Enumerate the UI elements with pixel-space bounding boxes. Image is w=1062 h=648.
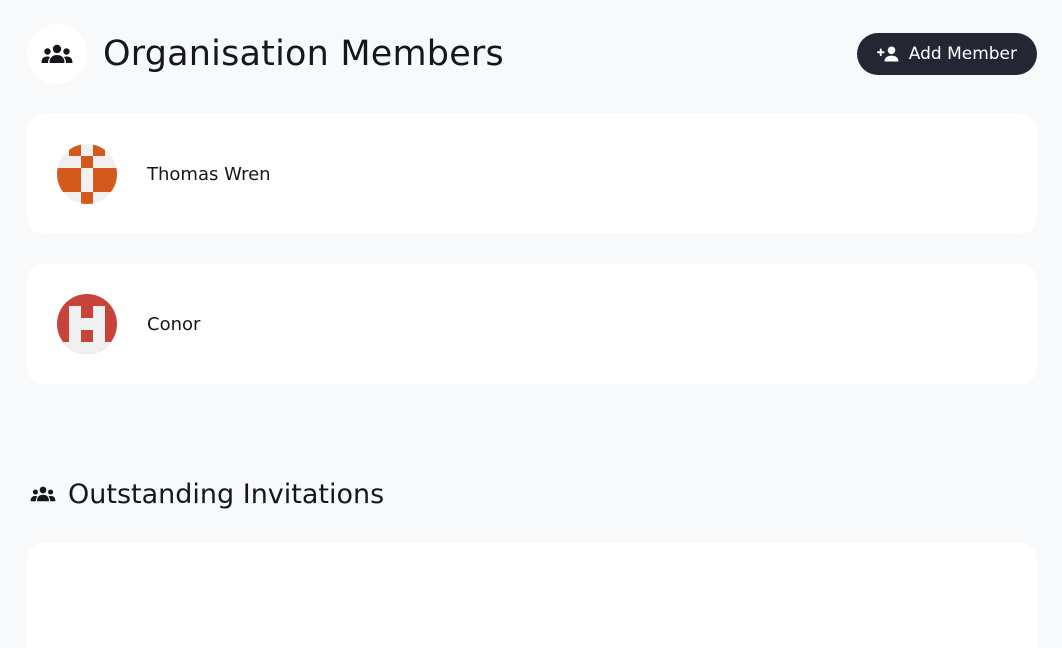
invitations-title: Outstanding Invitations: [68, 478, 385, 510]
person-add-icon: [876, 46, 899, 62]
header-left: Organisation Members: [27, 24, 504, 84]
invitations-list: [27, 543, 1037, 648]
group-icon: [30, 486, 56, 502]
page-header: Organisation Members Add Member: [27, 24, 1037, 84]
add-member-label: Add Member: [908, 44, 1017, 64]
add-member-button[interactable]: Add Member: [856, 33, 1037, 75]
avatar: [57, 144, 117, 204]
page: Organisation Members Add Member Thomas W…: [0, 0, 1062, 648]
member-name: Thomas Wren: [147, 163, 271, 185]
member-row[interactable]: Conor: [27, 264, 1037, 384]
member-name: Conor: [147, 313, 201, 335]
member-row[interactable]: Thomas Wren: [27, 114, 1037, 234]
avatar: [57, 294, 117, 354]
group-icon: [41, 44, 73, 63]
page-title: Organisation Members: [103, 34, 504, 74]
header-icon-circle: [27, 24, 87, 84]
invitations-heading: Outstanding Invitations: [30, 476, 384, 512]
